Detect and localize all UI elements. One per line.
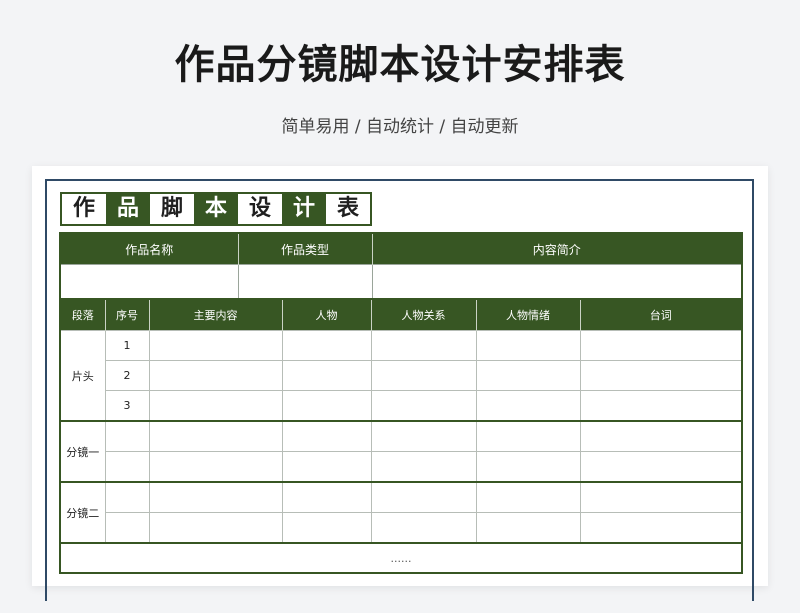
cell[interactable]	[281, 420, 372, 452]
cell[interactable]	[148, 360, 283, 391]
cell[interactable]	[475, 420, 581, 452]
cell[interactable]	[281, 451, 372, 483]
header-number: 序号	[105, 299, 150, 331]
page-title: 作品分镜脚本设计安排表	[174, 42, 626, 88]
table-row: 2	[60, 360, 743, 391]
ellipsis-row: ......	[59, 542, 743, 574]
row-number: 3	[104, 390, 150, 422]
storyboard-table: 段落 序号 主要内容 人物 人物关系 人物情绪 台词 片头 1 2 3 分镜一 …	[59, 298, 743, 574]
work-name-cell[interactable]	[59, 264, 239, 301]
cell[interactable]	[148, 420, 283, 452]
cell[interactable]	[370, 420, 477, 452]
cell[interactable]	[475, 390, 581, 422]
header-work-name: 作品名称	[60, 233, 239, 265]
cell[interactable]	[579, 420, 743, 452]
cell[interactable]	[579, 512, 743, 544]
banner-title: 作 品 脚 本 设 计 表	[60, 192, 372, 226]
spreadsheet-preview: 作 品 脚 本 设 计 表 作品名称 作品类型 内容简介 段落 序号 主要内容	[32, 166, 768, 601]
banner-char: 表	[326, 194, 370, 224]
cell[interactable]	[148, 512, 283, 544]
cell[interactable]	[370, 451, 477, 483]
row-number	[104, 451, 150, 483]
cell[interactable]	[475, 330, 581, 361]
header-relationships: 人物关系	[371, 299, 477, 331]
cell[interactable]	[370, 512, 477, 544]
cell[interactable]	[148, 330, 283, 361]
summary-cell[interactable]	[371, 264, 743, 301]
banner-char: 脚	[150, 194, 194, 224]
table-row: 3	[60, 390, 743, 422]
cell[interactable]	[579, 360, 743, 391]
row-number: 1	[104, 330, 150, 361]
row-number	[104, 481, 150, 513]
segment-label: 片头	[59, 330, 106, 422]
table-row: 分镜二	[59, 481, 743, 544]
cell[interactable]	[579, 390, 743, 422]
cell[interactable]	[370, 330, 477, 361]
cell[interactable]	[281, 330, 372, 361]
table-row: 片头 1	[59, 330, 743, 422]
row-number: 2	[104, 360, 150, 391]
banner-char: 本	[194, 194, 238, 224]
banner-char: 计	[282, 194, 326, 224]
page-subtitle: 简单易用 / 自动统计 / 自动更新	[281, 117, 519, 137]
cell[interactable]	[579, 451, 743, 483]
cell[interactable]	[475, 481, 581, 513]
header-summary: 内容简介	[372, 233, 742, 265]
header-work-type: 作品类型	[238, 233, 373, 265]
table-row	[60, 451, 743, 483]
header-emotions: 人物情绪	[476, 299, 581, 331]
cell[interactable]	[475, 360, 581, 391]
header-characters: 人物	[282, 299, 372, 331]
row-number	[104, 512, 150, 544]
cell[interactable]	[370, 481, 477, 513]
cell[interactable]	[370, 360, 477, 391]
banner-char: 品	[106, 194, 150, 224]
header-segment: 段落	[60, 299, 106, 331]
banner-char: 设	[238, 194, 282, 224]
cell[interactable]	[281, 512, 372, 544]
work-type-cell[interactable]	[237, 264, 373, 301]
segment-label: 分镜一	[59, 420, 106, 483]
segment-label: 分镜二	[59, 481, 106, 544]
cell[interactable]	[281, 481, 372, 513]
cell[interactable]	[148, 481, 283, 513]
table-header-row: 段落 序号 主要内容 人物 人物关系 人物情绪 台词	[60, 299, 742, 331]
header-lines: 台词	[580, 299, 742, 331]
banner-char: 作	[62, 194, 106, 224]
cell[interactable]	[579, 481, 743, 513]
cell[interactable]	[475, 451, 581, 483]
cell[interactable]	[475, 512, 581, 544]
cell[interactable]	[281, 360, 372, 391]
cell[interactable]	[281, 390, 372, 422]
ellipsis-text: ......	[59, 542, 743, 574]
header-main-content: 主要内容	[149, 299, 283, 331]
cell[interactable]	[370, 390, 477, 422]
table-row: 分镜一	[59, 420, 743, 483]
cell[interactable]	[148, 390, 283, 422]
cell[interactable]	[148, 451, 283, 483]
table-row	[60, 512, 743, 544]
row-number	[104, 420, 150, 452]
work-info-table: 作品名称 作品类型 内容简介	[59, 232, 743, 301]
cell[interactable]	[579, 330, 743, 361]
